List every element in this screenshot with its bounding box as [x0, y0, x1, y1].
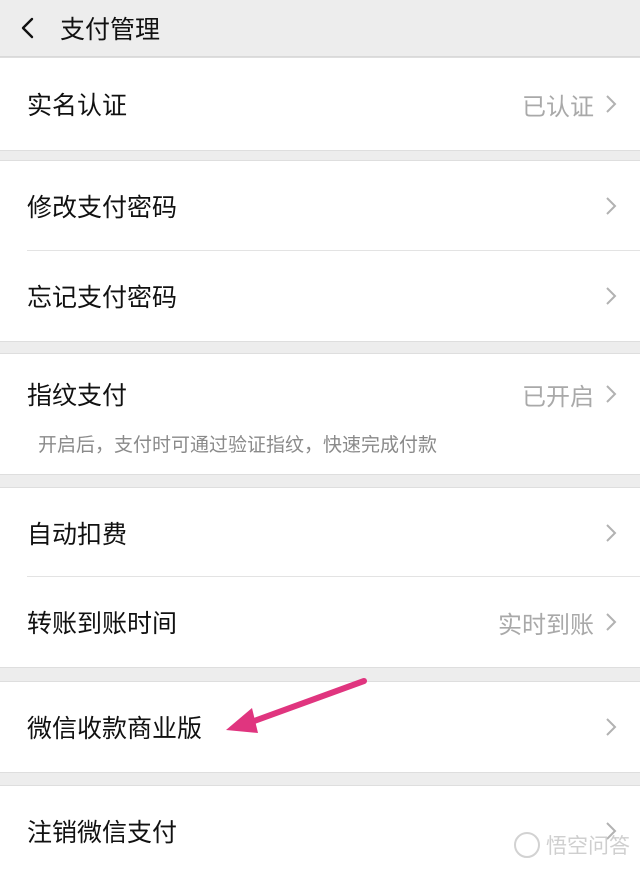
back-button[interactable] — [0, 0, 56, 56]
row-label: 修改支付密码 — [27, 193, 178, 222]
group-verification: 实名认证 已认证 — [0, 57, 640, 151]
row-label: 指纹支付 — [27, 381, 128, 410]
chevron-right-icon — [606, 613, 617, 631]
row-description: 开启后，支付时可通过验证指纹，快速完成付款 — [38, 434, 438, 456]
row-status-value: 实时到账 — [498, 610, 594, 639]
row-real-name-verification[interactable]: 实名认证 已认证 — [0, 58, 640, 150]
back-chevron-icon — [21, 17, 34, 39]
row-auto-deduction[interactable]: 自动扣费 — [0, 488, 640, 577]
row-label: 忘记支付密码 — [27, 283, 178, 312]
chevron-right-icon — [606, 197, 617, 215]
chevron-right-icon — [606, 95, 617, 113]
row-status-value: 已开启 — [522, 382, 594, 411]
row-label: 实名认证 — [27, 91, 128, 120]
watermark-text: 悟空问答 — [546, 834, 630, 858]
group-business: 微信收款商业版 — [0, 681, 640, 773]
watermark-logo-icon — [514, 832, 540, 858]
page-title: 支付管理 — [60, 15, 161, 44]
row-label: 自动扣费 — [27, 519, 128, 549]
row-transfer-arrival-time[interactable]: 转账到账时间 实时到账 — [0, 577, 640, 667]
navigation-bar: 支付管理 — [0, 0, 640, 57]
row-label: 转账到账时间 — [27, 609, 178, 638]
chevron-right-icon — [606, 718, 617, 736]
group-transfers: 自动扣费 转账到账时间 实时到账 — [0, 487, 640, 668]
group-fingerprint: 指纹支付 已开启 开启后，支付时可通过验证指纹，快速完成付款 — [0, 353, 640, 475]
row-change-pay-password[interactable]: 修改支付密码 — [0, 161, 640, 251]
row-fingerprint-pay[interactable]: 指纹支付 已开启 — [0, 354, 640, 434]
row-status-value: 已认证 — [522, 92, 594, 121]
row-forgot-pay-password[interactable]: 忘记支付密码 — [0, 251, 640, 341]
watermark: 悟空问答 — [514, 830, 630, 860]
chevron-right-icon — [606, 287, 617, 305]
chevron-right-icon — [606, 523, 617, 542]
row-wechat-pay-business-edition[interactable]: 微信收款商业版 — [0, 682, 640, 772]
row-label: 微信收款商业版 — [27, 714, 203, 743]
chevron-right-icon — [606, 385, 617, 403]
row-label: 注销微信支付 — [27, 817, 178, 847]
group-password: 修改支付密码 忘记支付密码 — [0, 160, 640, 342]
